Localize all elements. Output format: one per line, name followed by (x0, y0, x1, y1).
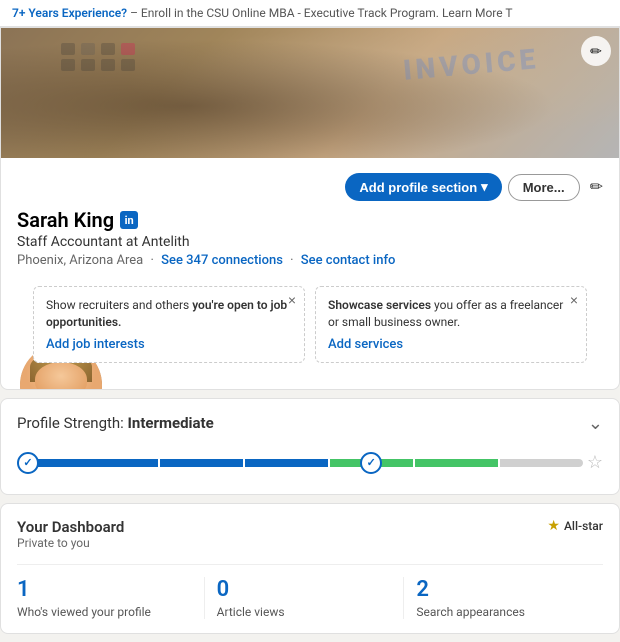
job-interests-card: × Show recruiters and others you're open… (33, 286, 305, 363)
allstar-label: All-star (564, 519, 603, 533)
linkedin-badge-icon: in (120, 211, 138, 229)
more-button[interactable]: More... (508, 174, 580, 201)
top-banner: 7+ Years Experience? – Enroll in the CSU… (0, 0, 620, 27)
job-interests-close-button[interactable]: × (288, 293, 296, 307)
add-job-interests-link[interactable]: Add job interests (46, 337, 145, 352)
article-views-label: Article views (217, 605, 392, 619)
dropdown-arrow-icon: ▾ (481, 179, 488, 195)
dashboard-subtitle: Private to you (17, 536, 124, 550)
progress-track: ✓ (33, 459, 583, 467)
article-views-number: 0 (217, 577, 392, 603)
dashboard-card: Your Dashboard Private to you ★ All-star… (0, 503, 620, 634)
allstar-star-icon: ★ (547, 518, 560, 534)
progress-bar-area: ✓ ✓ ☆ (17, 446, 603, 480)
seg5 (415, 459, 498, 467)
check-start-icon: ✓ (17, 452, 39, 474)
notification-cards: × Show recruiters and others you're open… (17, 278, 603, 377)
profile-card: INVOICE ✏ ✓ Add profile section (0, 27, 620, 390)
seg6 (500, 459, 583, 467)
profile-strength-card: Profile Strength: Intermediate ⌄ ✓ ✓ ☆ (0, 398, 620, 495)
star-end-icon: ☆ (587, 452, 603, 473)
seg1 (33, 459, 158, 467)
services-close-button[interactable]: × (570, 293, 578, 307)
edit-profile-button[interactable]: ✏ (586, 173, 607, 201)
add-profile-section-button[interactable]: Add profile section ▾ (345, 173, 501, 201)
strength-collapse-icon[interactable]: ⌄ (588, 413, 603, 434)
action-buttons: Add profile section ▾ More... ✏ (345, 173, 607, 201)
services-card: × Showcase services you offer as a freel… (315, 286, 587, 363)
banner-link[interactable]: 7+ Years Experience? (12, 6, 127, 20)
stat-search-appearances[interactable]: 2 Search appearances (404, 577, 603, 619)
profile-location: Phoenix, Arizona Area · See 347 connecti… (17, 253, 603, 268)
dashboard-header: Your Dashboard Private to you ★ All-star (17, 518, 603, 562)
stat-article-views[interactable]: 0 Article views (205, 577, 405, 619)
services-text: Showcase services you offer as a freelan… (328, 297, 574, 331)
connections-link[interactable]: See 347 connections (161, 253, 283, 268)
profile-name: Sarah King (17, 208, 114, 232)
search-appearances-label: Search appearances (416, 605, 591, 619)
profile-views-number: 1 (17, 577, 192, 603)
contact-info-link[interactable]: See contact info (301, 253, 396, 268)
banner-text: – Enroll in the CSU Online MBA - Executi… (130, 6, 512, 20)
job-interests-text: Show recruiters and others you're open t… (46, 297, 292, 331)
check-mid-icon: ✓ (360, 452, 382, 474)
allstar-badge: ★ All-star (547, 518, 603, 534)
stat-profile-views[interactable]: 1 Who's viewed your profile (17, 577, 205, 619)
edit-cover-button[interactable]: ✏ (581, 36, 611, 66)
cover-photo: INVOICE ✏ (1, 28, 619, 158)
seg4: ✓ (330, 459, 413, 467)
add-section-label: Add profile section (359, 180, 477, 195)
strength-title: Profile Strength: Intermediate (17, 414, 214, 432)
search-appearances-number: 2 (416, 577, 591, 603)
add-services-link[interactable]: Add services (328, 337, 403, 352)
seg3 (245, 459, 328, 467)
stats-row: 1 Who's viewed your profile 0 Article vi… (17, 564, 603, 619)
strength-header: Profile Strength: Intermediate ⌄ (17, 413, 603, 434)
profile-views-label: Who's viewed your profile (17, 605, 192, 619)
profile-title: Staff Accountant at Antelith (17, 234, 603, 250)
dashboard-title: Your Dashboard (17, 518, 124, 536)
seg2 (160, 459, 243, 467)
